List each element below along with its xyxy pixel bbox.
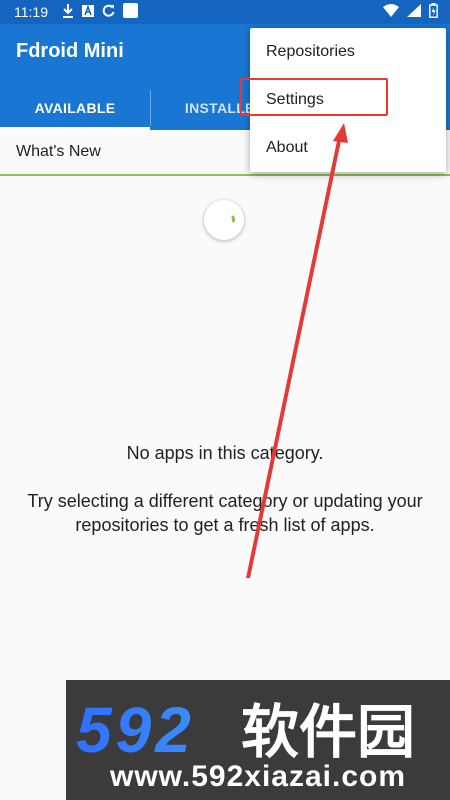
watermark-banner: 592 软件园 www.592xiazai.com [66,680,450,800]
empty-state-hint: Try selecting a different category or up… [27,491,423,535]
settings-highlight-box [240,78,388,116]
loading-spinner [204,200,244,240]
watermark-logo: 592 软件园 [76,694,415,762]
battery-icon [429,3,438,21]
category-label: What's New [16,143,101,160]
wifi-icon [383,4,399,20]
tab-available[interactable]: AVAILABLE [0,86,150,130]
menu-item-about[interactable]: About [250,124,446,172]
spinner-arc-icon [231,215,236,223]
svg-text:592: 592 [76,694,195,762]
status-bar: 11:19 [0,0,450,24]
white-square-icon [123,3,138,21]
app-title: Fdroid Mini [16,40,124,62]
menu-item-repositories[interactable]: Repositories [250,28,446,76]
download-icon [62,3,74,21]
signal-icon [407,4,421,20]
empty-state-title: No apps in this category. [126,443,324,463]
watermark-url: www.592xiazai.com [109,760,407,793]
a-box-icon [82,4,94,20]
svg-text:软件园: 软件园 [241,698,415,762]
status-time: 11:19 [14,4,48,20]
sync-icon [102,4,115,20]
